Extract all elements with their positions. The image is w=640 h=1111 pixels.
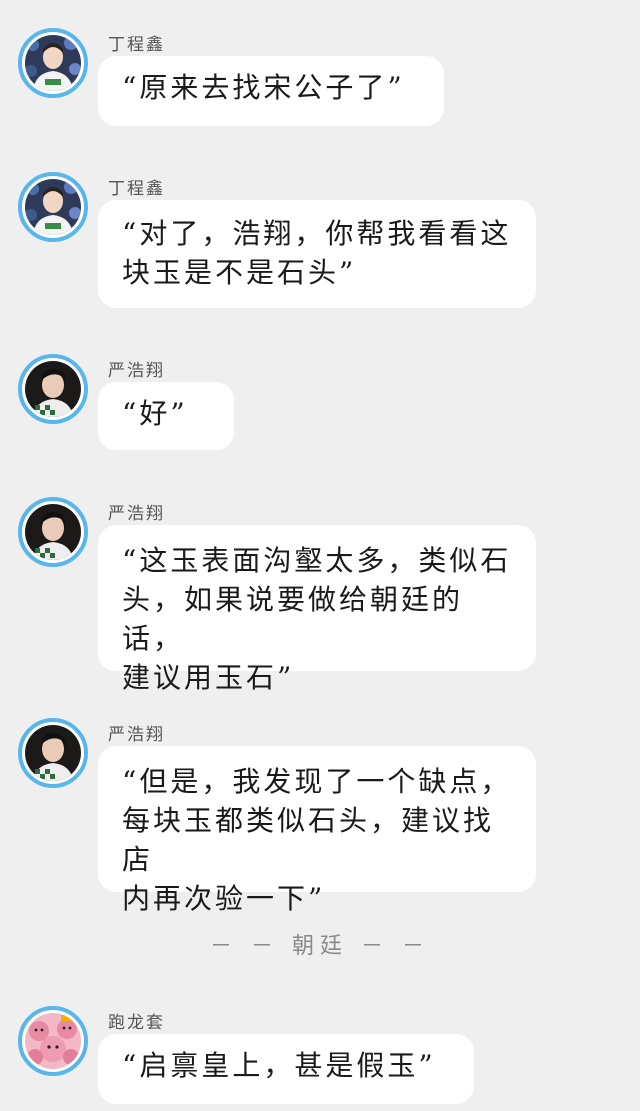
message-bubble[interactable]: “启禀皇上，甚是假玉” xyxy=(98,1034,474,1104)
sender-name: 严浩翔 xyxy=(108,725,165,745)
avatar-image xyxy=(25,179,81,235)
avatar[interactable] xyxy=(18,172,88,242)
sender-name: 严浩翔 xyxy=(108,504,165,524)
sender-name: 跑龙套 xyxy=(108,1013,165,1033)
sender-name: 丁程鑫 xyxy=(108,179,165,199)
avatar[interactable] xyxy=(18,354,88,424)
avatar-image xyxy=(25,1013,81,1069)
message-bubble[interactable]: “好” xyxy=(98,382,234,450)
sender-name: 丁程鑫 xyxy=(108,35,165,55)
message-bubble[interactable]: “这玉表面沟壑太多，类似石 头，如果说要做给朝廷的话， 建议用玉石” xyxy=(98,525,536,694)
avatar-image xyxy=(25,504,81,560)
avatar[interactable] xyxy=(18,718,88,788)
avatar[interactable] xyxy=(18,1006,88,1076)
message-bubble[interactable]: “但是，我发现了一个缺点， 每块玉都类似石头，建议找店 内再次验一下” xyxy=(98,746,536,915)
avatar[interactable] xyxy=(18,28,88,98)
message-bubble[interactable]: “原来去找宋公子了” xyxy=(98,56,444,126)
avatar-image xyxy=(25,725,81,781)
avatar[interactable] xyxy=(18,497,88,567)
message-bubble[interactable]: “对了，浩翔，你帮我看看这 块玉是不是石头” xyxy=(98,200,536,308)
avatar-image xyxy=(25,361,81,417)
sender-name: 严浩翔 xyxy=(108,361,165,381)
avatar-image xyxy=(25,35,81,91)
section-divider: － － 朝廷 － － xyxy=(210,934,430,959)
